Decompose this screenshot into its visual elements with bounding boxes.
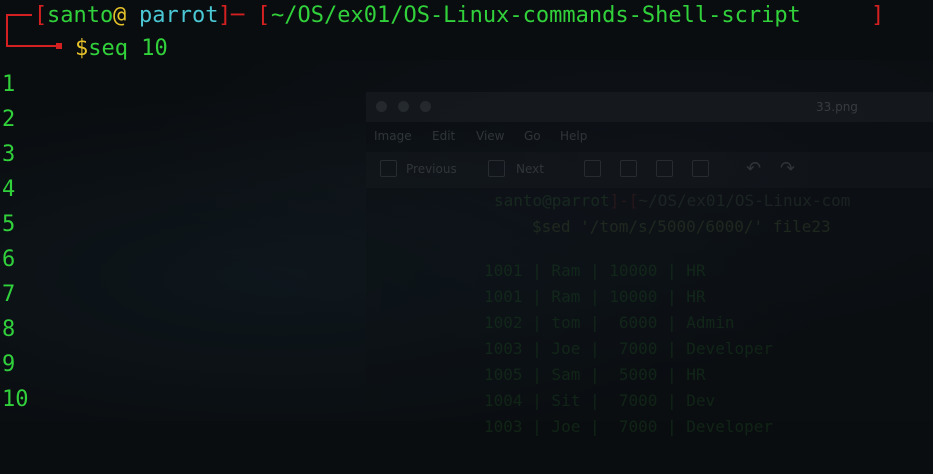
prompt-close-bracket: ] [218, 3, 232, 28]
prompt-user: santo [47, 3, 114, 28]
output-line: 1 [2, 72, 16, 97]
prompt-separator: ─ [231, 3, 245, 28]
prompt-open-bracket: [ [34, 3, 48, 28]
prompt-host: parrot [139, 3, 219, 28]
prompt-dollar: $ [75, 36, 89, 61]
output-line: 2 [2, 107, 16, 132]
command-line: $seq 10 [75, 32, 168, 67]
prompt-at: @ [113, 3, 127, 28]
output-line: 10 [2, 387, 29, 412]
output-line: 8 [2, 317, 16, 342]
output-line: 9 [2, 352, 16, 377]
prompt-path-open-bracket: [ [257, 3, 271, 28]
terminal-output-area[interactable]: [ santo @ parrot ] ─ [ ~/OS/ex01/OS-Linu… [0, 0, 933, 421]
output-line: 3 [2, 142, 16, 167]
output-line: 5 [2, 212, 16, 237]
prompt-arrow-icon [56, 43, 62, 49]
output-line: 4 [2, 177, 16, 202]
output-line: 6 [2, 247, 16, 272]
output-line: 7 [2, 282, 16, 307]
prompt-path-close-bracket: ] [871, 3, 885, 28]
prompt-path: ~/OS/ex01/OS-Linux-commands-Shell-script [271, 3, 801, 28]
shell-prompt: [ santo @ parrot ] ─ [ ~/OS/ex01/OS-Linu… [0, 0, 884, 32]
command-output: 1 2 3 4 5 6 7 8 9 10 [2, 67, 29, 417]
command-text: seq 10 [88, 36, 168, 61]
